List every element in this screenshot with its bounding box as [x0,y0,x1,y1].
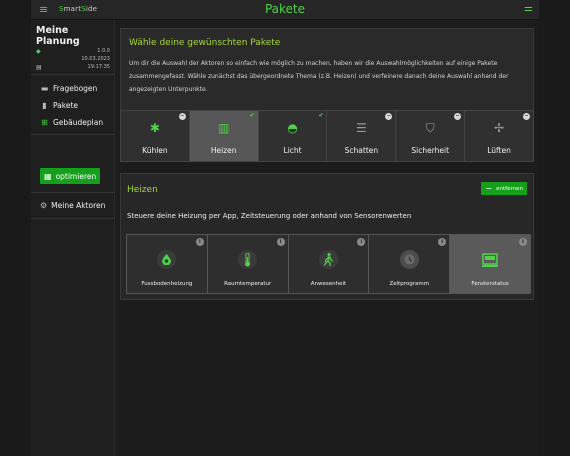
sidebar-item-pakete[interactable]: ▮ Pakete [31,97,114,114]
sidebar: Meine Planung ◆ 1.0.0 10.03.2023 ▤ 19:17:3… [31,20,115,456]
info-icon[interactable]: i [438,238,447,246]
category-label: Lüften [487,146,511,155]
actors-icon: ⚙ [40,201,48,210]
floorplan-icon: ⊞ [41,117,48,127]
optimize-label: optimieren [55,171,97,181]
subpackage-label: Fensterstatus [471,281,509,287]
remove-label: entfernen [496,185,523,192]
category-lueften[interactable]: ✢ Lüften − [465,111,533,161]
intro-text: Um dir die Auswahl der Aktoren so einfac… [129,60,509,93]
info-icon[interactable]: i [357,238,366,246]
info-icon[interactable]: i [276,238,285,246]
package-icon: ▮ [42,100,47,110]
subpackage-fussbodenheizung[interactable]: Fussbodenheizung i [127,235,208,293]
shield-icon: ⛉ [425,121,435,135]
planning-name: Meine Planung [36,25,80,47]
window-icon [481,250,500,269]
intro-card: Wähle deine gewünschten Pakete Um dir di… [120,28,534,118]
sidebar-item-gebaeudeplan[interactable]: ⊞ Gebäudeplan [31,114,114,131]
intro-title: Wähle deine gewünschten Pakete [129,38,281,48]
clock-icon [399,250,419,269]
optimize-button[interactable]: ▦ optimieren [40,168,100,184]
planning-date: 10.03.2023 [81,56,110,62]
fan-icon: ✢ [494,121,505,135]
minus-badge-icon: − [454,113,462,120]
category-selector: ✱ Kühlen − ▥ Heizen ✔ ◓ Licht ✔ ☰ Schatt… [120,110,534,162]
top-bar: ≡ SmartSide Pakete ⚌ [31,0,539,20]
sidebar-item-meine-aktoren[interactable]: ⚙ Meine Aktoren [40,201,105,210]
category-label: Kühlen [142,146,168,155]
category-label: Sicherheit [411,146,450,155]
category-label: Schatten [344,146,379,155]
page-title: Pakete [264,2,306,16]
panel-title: Heizen [127,185,158,195]
tag-icon: ◆ [36,47,41,55]
category-label: Licht [283,146,302,155]
blinds-icon: ☰ [356,121,367,135]
lamp-icon: ◓ [287,121,298,135]
subpackage-label: Zeitprogramm [389,281,430,287]
minus-icon: − [485,183,493,193]
planning-version: 1.0.0 [97,48,110,54]
radiator-icon: ▥ [218,121,230,135]
sidebar-item-fragebogen[interactable]: ▬ Fragebogen [31,80,114,97]
category-licht[interactable]: ◓ Licht ✔ [259,111,328,161]
check-icon: ✔ [249,112,255,119]
planning-info: Meine Planung ◆ 1.0.0 10.03.2023 ▤ 19:17:3… [31,20,114,75]
subpackage-label: Anwesenheit [310,281,347,287]
sidebar-item-label: Fragebogen [53,84,98,93]
subpackage-zeitprogramm[interactable]: Zeitprogramm i [369,235,451,293]
questionnaire-icon: ▬ [40,83,49,93]
minus-badge-icon: − [522,113,530,120]
subpackage-list: Fussbodenheizung i Raumtemperatur i Anwe… [126,234,531,294]
water-drop-icon [157,250,177,269]
sidebar-nav: ▬ Fragebogen ▮ Pakete ⊞ Gebäudeplan [31,75,114,135]
category-schatten[interactable]: ☰ Schatten − [327,111,397,161]
calculator-icon: ▦ [44,171,52,181]
category-label: Heizen [210,146,237,155]
panel-subtitle: Steuere deine Heizung per App, Zeitsteue… [127,212,412,220]
sidebar-item-label: Pakete [53,101,79,110]
background-margin [539,0,570,456]
subpackage-label: Raumtemperatur [224,281,272,287]
main-content: Wähle deine gewünschten Pakete Um dir di… [115,20,539,456]
thermometer-icon [238,250,258,269]
sidebar-item-label: Gebäudeplan [53,118,104,127]
package-panel-heizen: Heizen − entfernen Steuere deine Heizung… [120,173,534,300]
divider [31,218,115,219]
walking-person-icon [318,250,338,269]
subpackage-anwesenheit[interactable]: Anwesenheit i [288,235,370,293]
minus-badge-icon: − [178,113,186,120]
sidebar-item-label: Meine Aktoren [51,201,106,210]
category-sicherheit[interactable]: ⛉ Sicherheit − [396,111,466,161]
filter-settings-icon[interactable]: ⚌ [524,3,533,14]
subpackage-label: Fussbodenheizung [141,281,193,287]
divider [31,192,115,193]
remove-button[interactable]: − entfernen [481,182,527,195]
minus-badge-icon: − [385,113,393,120]
save-icon[interactable]: ▤ [36,64,42,71]
category-heizen[interactable]: ▥ Heizen ✔ [189,111,259,161]
category-kuehlen[interactable]: ✱ Kühlen − [121,111,190,161]
subpackage-fensterstatus[interactable]: Fensterstatus i [450,235,530,293]
planning-time: 19:17:35 [87,64,110,70]
info-icon[interactable]: i [195,238,204,246]
info-icon[interactable]: i [518,238,527,246]
snowflake-icon: ✱ [149,121,160,135]
check-icon: ✔ [318,112,324,119]
subpackage-raumtemperatur[interactable]: Raumtemperatur i [207,235,289,293]
